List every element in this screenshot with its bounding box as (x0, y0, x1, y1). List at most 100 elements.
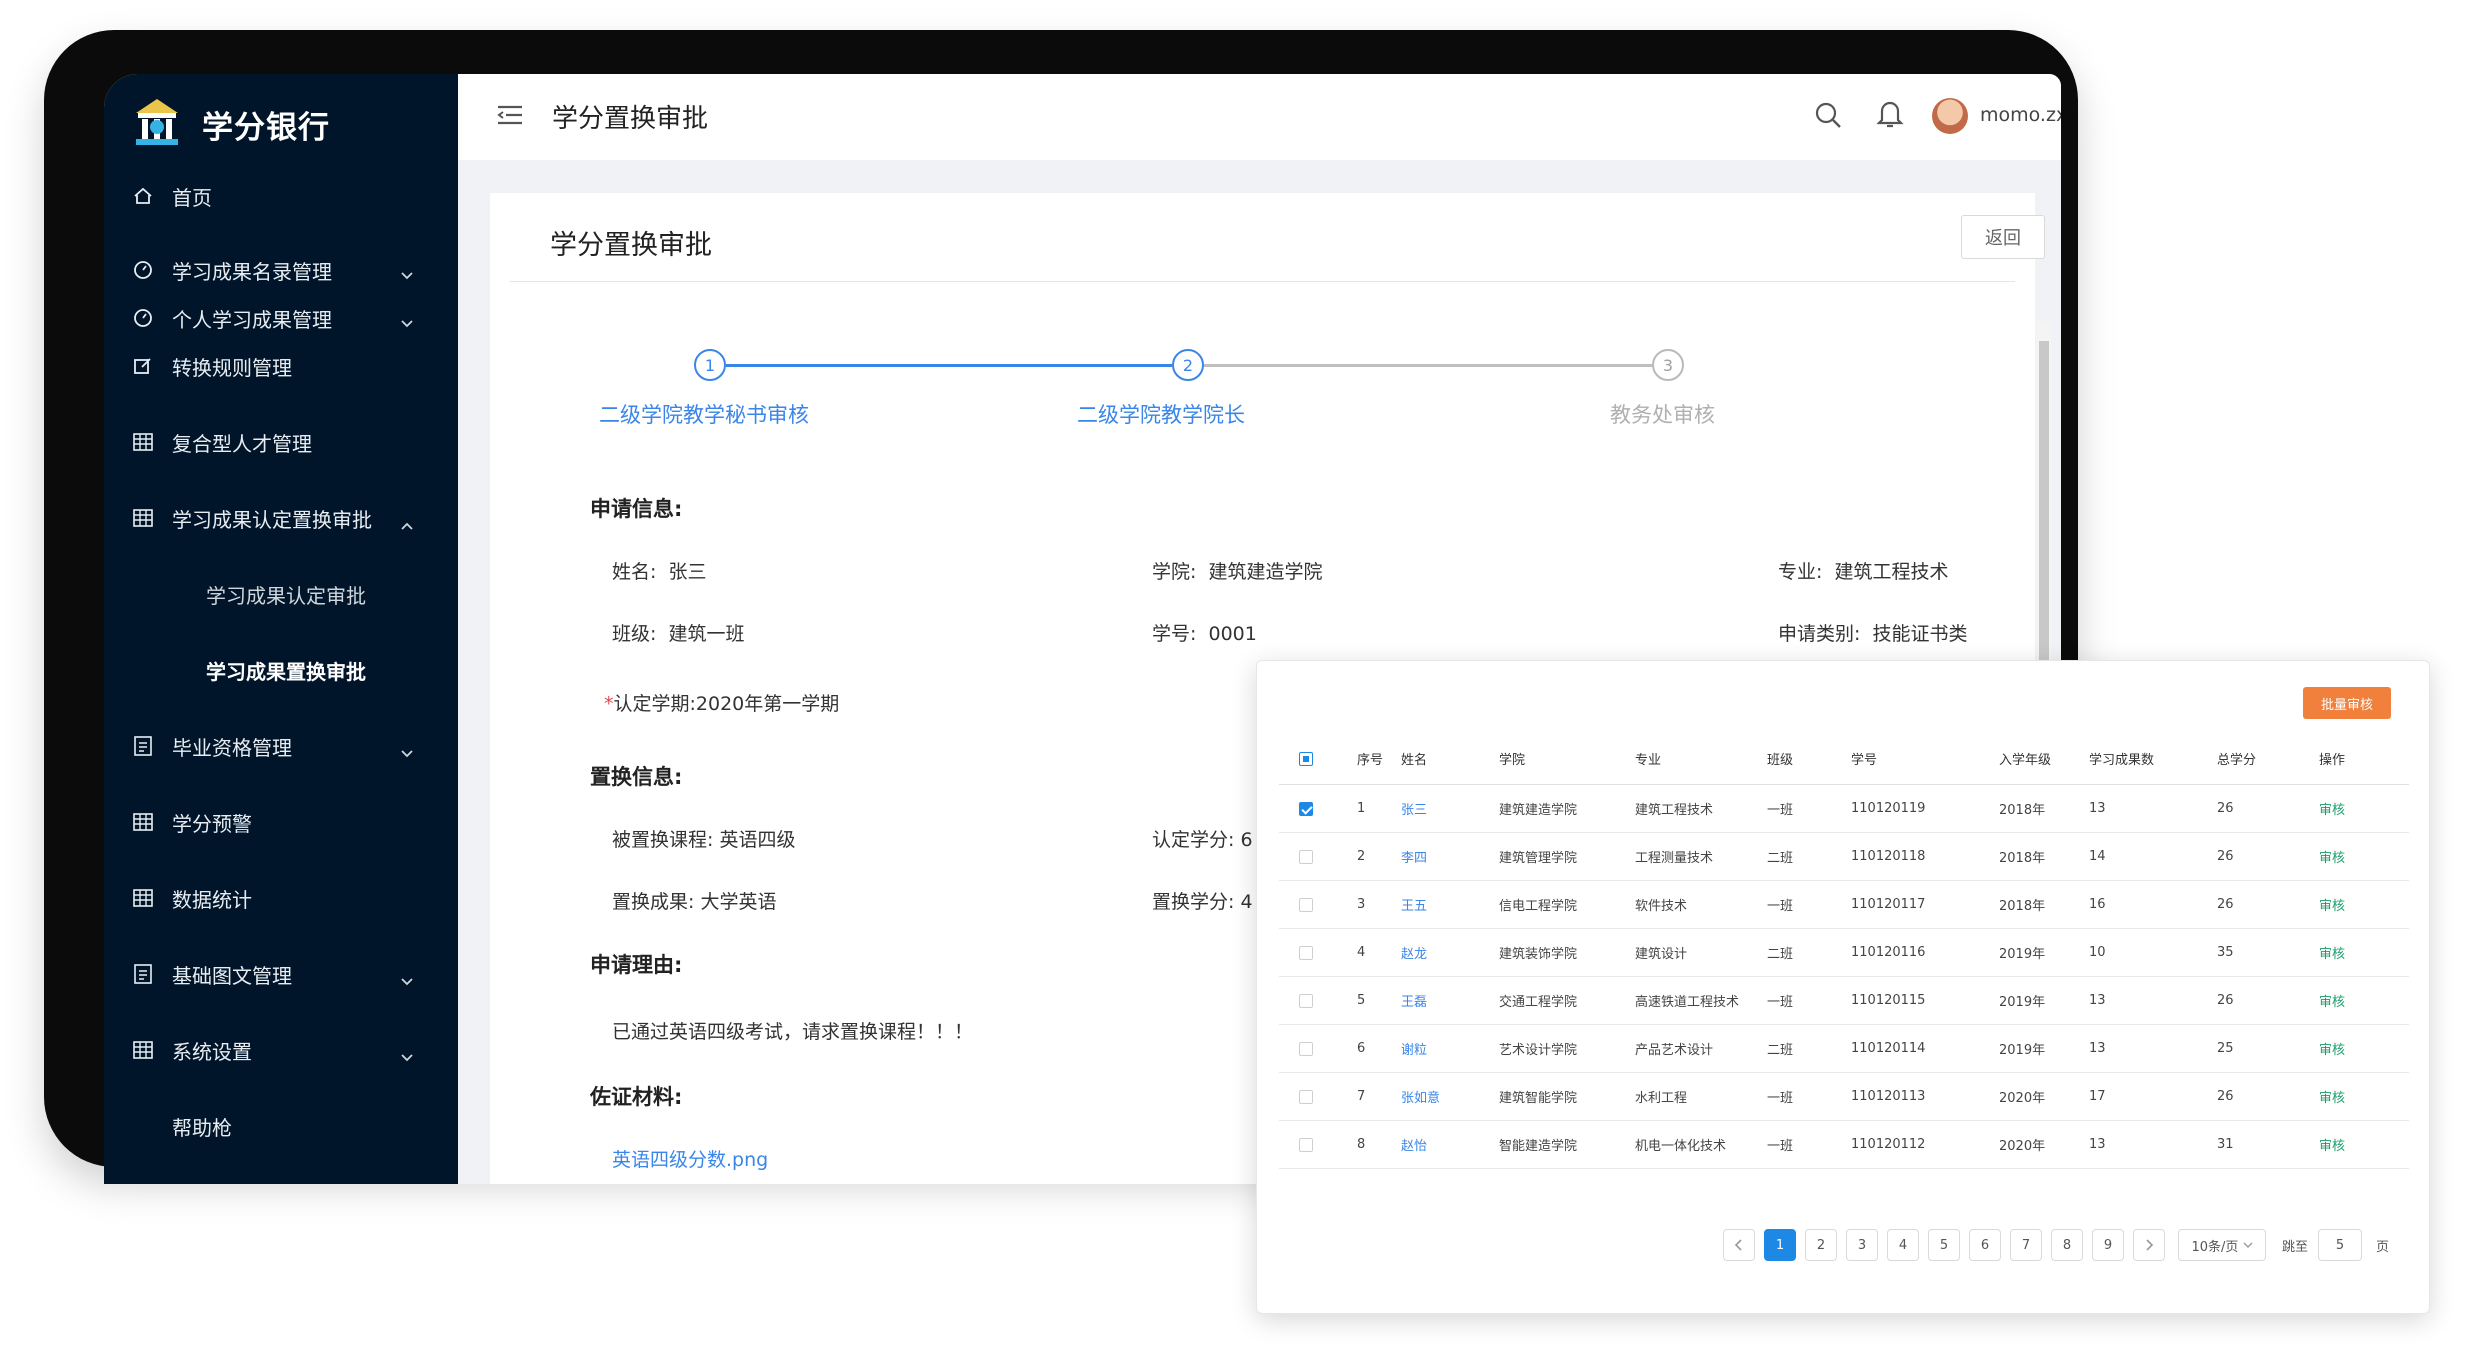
cell-class: 二班 (1767, 1043, 1794, 1058)
approve-link[interactable]: 审核 (2319, 785, 2345, 832)
cell-college: 建筑装饰学院 (1499, 947, 1578, 962)
cell-name[interactable]: 王五 (1401, 881, 1427, 928)
cell-name[interactable]: 王磊 (1401, 977, 1427, 1024)
table-row[interactable]: 4 赵龙 建筑装饰学院 建筑设计 二班 110120116 2019年 10 35 审核 (1279, 929, 2409, 977)
page-button-8[interactable]: 8 (2051, 1229, 2083, 1261)
cell-year: 2018年 (1999, 803, 2046, 818)
credit-value: 6 (1240, 829, 1253, 851)
logo-text: 学分银行 (202, 109, 330, 146)
sidebar-item-settings[interactable]: 系统设置 (104, 1028, 458, 1072)
back-button[interactable]: 返回 (1961, 215, 2045, 259)
chevron-left-icon (1734, 1239, 1742, 1251)
cell-name[interactable]: 谢粒 (1401, 1025, 1427, 1072)
college-value: 建筑建造学院 (1208, 561, 1323, 583)
approve-link[interactable]: 审核 (2319, 1121, 2345, 1168)
prev-page-button[interactable] (1723, 1229, 1755, 1261)
cell-name[interactable]: 张如意 (1401, 1073, 1440, 1120)
approve-link-text[interactable]: 审核 (2319, 943, 2345, 962)
row-checkbox[interactable] (1299, 977, 1313, 1024)
cell-name-text[interactable]: 赵龙 (1401, 943, 1427, 962)
cell-name-text[interactable]: 赵怡 (1401, 1135, 1427, 1154)
username[interactable]: momo.zxy (1980, 104, 2061, 126)
page-button-5[interactable]: 5 (1928, 1229, 1960, 1261)
row-checkbox[interactable] (1299, 833, 1313, 880)
next-page-button[interactable] (2133, 1229, 2165, 1261)
page-button-3[interactable]: 3 (1846, 1229, 1878, 1261)
page-button-6[interactable]: 6 (1969, 1229, 2001, 1261)
sidebar-item-credit-warning[interactable]: 学分预警 (104, 800, 458, 844)
sidebar-item-approval-group[interactable]: 学习成果认定置换审批 (104, 496, 458, 540)
step-2-dot: 2 (1172, 349, 1204, 381)
search-icon[interactable] (1813, 100, 1843, 134)
approve-link-text[interactable]: 审核 (2319, 895, 2345, 914)
cell-name-text[interactable]: 张如意 (1401, 1087, 1440, 1106)
table-row[interactable]: 7 张如意 建筑智能学院 水利工程 一班 110120113 2020年 17 26 审核 (1279, 1073, 2409, 1121)
row-checkbox[interactable] (1299, 881, 1313, 928)
sidebar-item-conversion-rules[interactable]: 转换规则管理 (104, 344, 458, 388)
cell-name-text[interactable]: 谢粒 (1401, 1039, 1427, 1058)
sidebar-item-personal-achievement[interactable]: 个人学习成果管理 (104, 294, 458, 342)
cell-name[interactable]: 张三 (1401, 785, 1427, 832)
page-button-2[interactable]: 2 (1805, 1229, 1837, 1261)
table-row[interactable]: 1 张三 建筑建造学院 建筑工程技术 一班 110120119 2018年 13 26 审核 (1279, 785, 2409, 833)
sidebar-item-recognition-approval[interactable]: 学习成果认定审批 (104, 572, 458, 616)
notification-bell-icon[interactable] (1876, 98, 1904, 134)
approve-link-text[interactable]: 审核 (2319, 847, 2345, 866)
select-all-checkbox[interactable] (1299, 733, 1313, 784)
chevron-down-icon (400, 1044, 414, 1068)
row-checkbox[interactable] (1299, 1025, 1313, 1072)
cell-name-text[interactable]: 李四 (1401, 847, 1427, 866)
page-button-7[interactable]: 7 (2010, 1229, 2042, 1261)
approve-link-text[interactable]: 审核 (2319, 1135, 2345, 1154)
cell-name-text[interactable]: 张三 (1401, 799, 1427, 818)
menu-toggle-icon[interactable] (496, 104, 524, 130)
approve-link-text[interactable]: 审核 (2319, 991, 2345, 1010)
approve-link[interactable]: 审核 (2319, 833, 2345, 880)
page-button-9[interactable]: 9 (2092, 1229, 2124, 1261)
sidebar-item-statistics[interactable]: 数据统计 (104, 876, 458, 920)
table-row[interactable]: 8 赵怡 智能建造学院 机电一体化技术 一班 110120112 2020年 13 31 审核 (1279, 1121, 2409, 1169)
batch-approval-panel: 批量审核 序号 姓名 学院 专业 班级 学号 入学年级 学习成果数 总学分 操作… (1256, 660, 2430, 1314)
table-row[interactable]: 5 王磊 交通工程学院 高速铁道工程技术 一班 110120115 2019年 13 26 审核 (1279, 977, 2409, 1025)
approve-link[interactable]: 审核 (2319, 881, 2345, 928)
approve-link[interactable]: 审核 (2319, 977, 2345, 1024)
sidebar-item-replacement-approval[interactable]: 学习成果置换审批 (104, 648, 458, 692)
row-checkbox[interactable] (1299, 1073, 1313, 1120)
cell-name[interactable]: 李四 (1401, 833, 1427, 880)
approve-link[interactable]: 审核 (2319, 1025, 2345, 1072)
avatar[interactable] (1932, 98, 1968, 134)
table-row[interactable]: 3 王五 信电工程学院 软件技术 一班 110120117 2018年 16 26 审核 (1279, 881, 2409, 929)
sidebar-item-graduation[interactable]: 毕业资格管理 (104, 724, 458, 768)
evidence-file-link[interactable]: 英语四级分数.png (612, 1145, 768, 1172)
sidebar-item-content-management[interactable]: 基础图文管理 (104, 952, 458, 996)
term-value: 2020年第一学期 (695, 693, 840, 715)
cell-no: 4 (1357, 945, 1366, 960)
app-logo[interactable]: 学分银行 (132, 96, 330, 152)
row-checkbox[interactable] (1299, 929, 1313, 976)
approve-link-text[interactable]: 审核 (2319, 799, 2345, 818)
jump-page-input[interactable]: 5 (2318, 1229, 2363, 1261)
approve-link[interactable]: 审核 (2319, 1073, 2345, 1120)
page-size-select[interactable]: 10条/页 (2178, 1229, 2266, 1261)
page-button-1[interactable]: 1 (1764, 1229, 1796, 1261)
sidebar-item-label: 基础图文管理 (172, 963, 292, 988)
approve-link-text[interactable]: 审核 (2319, 1039, 2345, 1058)
row-checkbox[interactable] (1299, 1121, 1313, 1168)
sidebar-item-achievement-catalog[interactable]: 学习成果名录管理 (104, 246, 458, 294)
cell-class: 一班 (1767, 803, 1794, 818)
cell-name[interactable]: 赵怡 (1401, 1121, 1427, 1168)
table-row[interactable]: 2 李四 建筑管理学院 工程测量技术 二班 110120118 2018年 14 26 审核 (1279, 833, 2409, 881)
sidebar-item-help[interactable]: 帮助枪 (104, 1104, 458, 1148)
page-button-4[interactable]: 4 (1887, 1229, 1919, 1261)
approve-link[interactable]: 审核 (2319, 929, 2345, 976)
cell-name-text[interactable]: 王五 (1401, 895, 1427, 914)
term-label: 认定学期: (613, 693, 696, 715)
approve-link-text[interactable]: 审核 (2319, 1087, 2345, 1106)
row-checkbox[interactable] (1299, 785, 1313, 832)
cell-name[interactable]: 赵龙 (1401, 929, 1427, 976)
cell-name-text[interactable]: 王磊 (1401, 991, 1427, 1010)
batch-approve-button[interactable]: 批量审核 (2303, 687, 2391, 719)
sidebar-item-home[interactable]: 首页 (104, 174, 458, 218)
sidebar-item-talent[interactable]: 复合型人才管理 (104, 420, 458, 464)
table-row[interactable]: 6 谢粒 艺术设计学院 产品艺术设计 二班 110120114 2019年 13 25 审核 (1279, 1025, 2409, 1073)
